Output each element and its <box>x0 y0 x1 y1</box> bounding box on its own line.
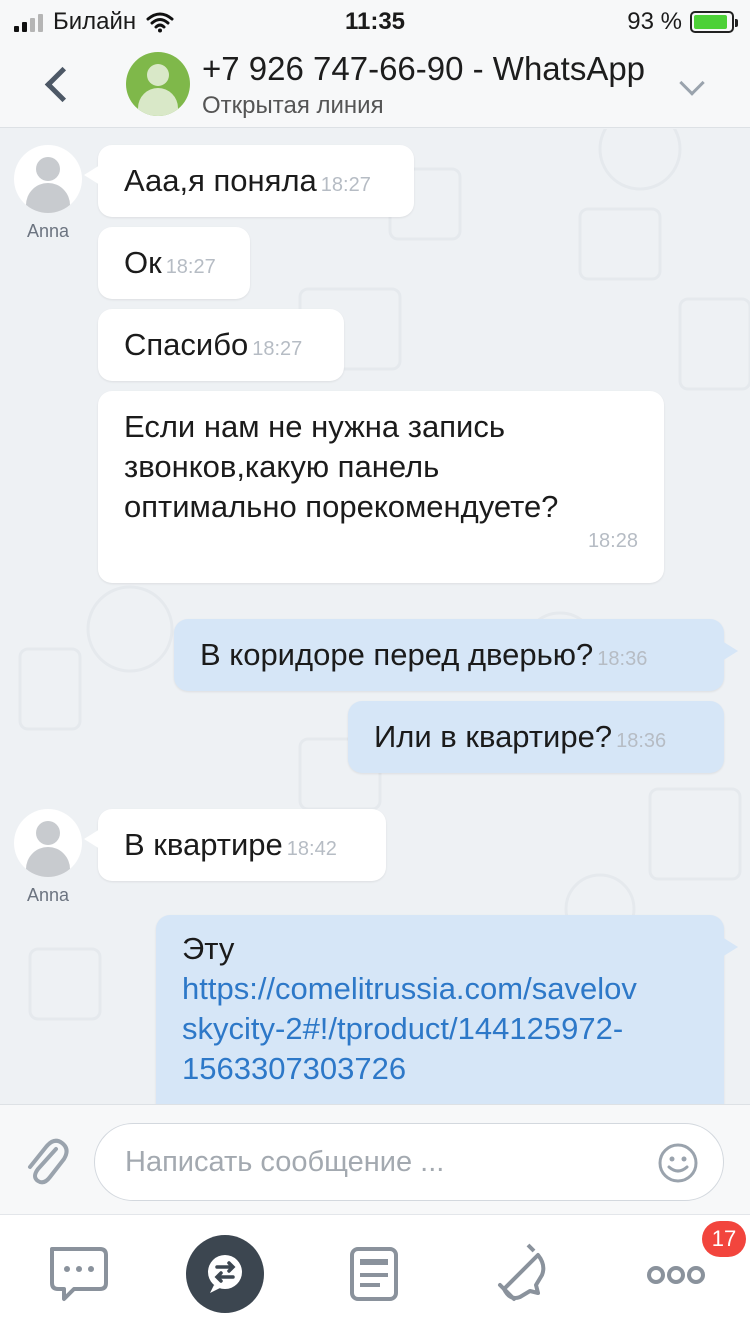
paperclip-icon[interactable] <box>22 1135 70 1189</box>
message-time: 18:27 <box>165 256 216 278</box>
tab-notifications[interactable] <box>484 1235 564 1315</box>
message-input-wrapper[interactable] <box>94 1123 724 1201</box>
message-text: В коридоре перед дверью? <box>200 637 594 672</box>
message-time: 18:28 <box>587 530 638 552</box>
message-bubble-incoming[interactable]: Ааа,я поняла 18:27 <box>84 145 414 217</box>
battery-icon <box>690 11 738 33</box>
chevron-down-icon[interactable] <box>679 70 705 96</box>
notification-badge: 17 <box>702 1221 746 1257</box>
tab-open-lines[interactable] <box>186 1235 266 1315</box>
message-bubble-outgoing[interactable]: Или в квартире? 18:36 <box>348 701 724 773</box>
message-link-line[interactable]: skycity-2#!/tproduct/144125972- <box>182 1009 698 1049</box>
message-text: Или в квартире? <box>374 719 613 754</box>
message-bubble-outgoing[interactable]: Эту https://comelitrussia.com/savelov sk… <box>156 915 738 1104</box>
message-bubble-incoming[interactable]: В квартире 18:42 <box>84 809 386 881</box>
message-bubble-outgoing[interactable]: В коридоре перед дверью? 18:36 <box>174 619 738 691</box>
message-bubble-incoming[interactable]: Ок 18:27 <box>98 227 250 299</box>
message-text: Спасибо <box>124 327 249 362</box>
bell-icon <box>498 1243 546 1301</box>
contact-avatar[interactable] <box>126 52 190 116</box>
message-time: 18:36 <box>616 730 667 752</box>
chat-subtitle: Открытая линия <box>202 92 384 119</box>
message-bubble-incoming[interactable]: Если нам не нужна запись звонков,какую п… <box>98 391 664 583</box>
bottom-tab-bar: 17 <box>0 1214 750 1334</box>
message-text: Эту <box>182 931 235 966</box>
status-right: 93 % <box>627 8 738 36</box>
message-text: Ок <box>124 245 162 280</box>
message-text: Ааа,я поняла <box>124 163 317 198</box>
sender-name: Anna <box>26 221 70 241</box>
chat-header: +7 926 747-66-90 - WhatsApp Открытая лин… <box>0 40 750 128</box>
message-list[interactable]: Anna Ааа,я поняла 18:27 Ок 18:27 Спасибо 18… <box>0 129 750 1104</box>
battery-percent: 93 % <box>627 8 682 35</box>
battery-fill <box>694 15 728 29</box>
message-text-line: звонков,какую панель <box>124 449 440 484</box>
chat-bubble-icon <box>50 1247 108 1301</box>
message-time: 18:27 <box>320 174 371 196</box>
message-text: В квартире <box>124 827 283 862</box>
chat-title[interactable]: +7 926 747-66-90 - WhatsApp <box>202 50 645 88</box>
message-link[interactable]: https://comelitrussia.com/savelov skycit… <box>182 969 698 1089</box>
sender-name: Anna <box>26 885 70 905</box>
message-time: 18:42 <box>286 838 337 860</box>
message-text-line: оптимально порекомендуете? <box>124 489 559 524</box>
message-bubble-incoming[interactable]: Спасибо 18:27 <box>98 309 344 381</box>
message-time: 18:36 <box>597 648 648 670</box>
message-link-line[interactable]: https://comelitrussia.com/savelov <box>182 969 698 1009</box>
tab-feed[interactable] <box>336 1235 416 1315</box>
status-bar: Билайн 11:35 93 % <box>0 0 750 40</box>
open-lines-icon <box>208 1255 242 1293</box>
back-button[interactable] <box>40 60 76 108</box>
sender-avatar[interactable] <box>14 809 82 877</box>
smile-icon[interactable] <box>657 1142 699 1184</box>
sender-avatar[interactable] <box>14 145 82 213</box>
message-time: 18:27 <box>252 338 303 360</box>
message-composer <box>0 1104 750 1214</box>
tab-chats[interactable] <box>44 1235 124 1315</box>
feed-icon <box>350 1247 398 1301</box>
message-link-line[interactable]: 1563307303726 <box>182 1049 698 1089</box>
message-text-line: Если нам не нужна запись <box>124 409 505 444</box>
message-input[interactable] <box>125 1142 625 1182</box>
